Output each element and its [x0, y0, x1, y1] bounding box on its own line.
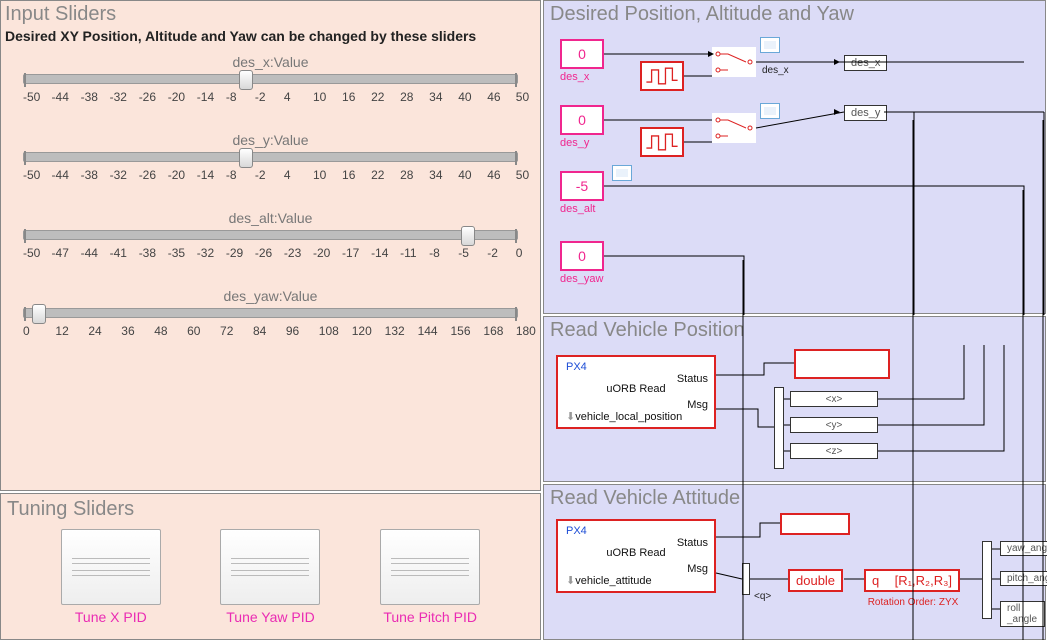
switch-des-x[interactable] — [712, 47, 756, 77]
uorb-topic: vehicle_local_position — [575, 411, 682, 423]
uorb-att-vendor: PX4 — [566, 525, 587, 537]
rotation-in: q — [872, 573, 879, 588]
rotation-order-label: Rotation Order: ZYX — [856, 597, 970, 608]
rvp-title: Read Vehicle Position — [550, 319, 1045, 342]
tune-x-pid-label: Tune X PID — [61, 609, 161, 625]
slider-des-alt: des_alt:Value -50 -47 -44 -41 -38 -35 -3… — [23, 210, 518, 260]
slider-des-yaw: des_yaw:Value 0 12 24 36 48 60 72 84 96 … — [23, 288, 518, 338]
slider-des-x-thumb[interactable] — [239, 70, 253, 90]
down-arrow-icon: ⬇ — [566, 411, 575, 423]
read-vehicle-attitude-panel: Read Vehicle Attitude PX4 uORB Read ⬇veh… — [543, 484, 1046, 640]
down-arrow-icon: ⬇ — [566, 575, 575, 587]
tune-x-pid-block[interactable]: Tune X PID — [61, 529, 161, 625]
bus-selector-pos[interactable] — [774, 387, 784, 469]
bus-signal-q: <q> — [754, 591, 771, 602]
uorb-out-msg: Msg — [687, 399, 708, 411]
const-des-alt[interactable]: -5 — [560, 171, 604, 201]
slider-des-y: des_y:Value -50 -44 -38 -32 -26 -20 -14 … — [23, 132, 518, 182]
cast-double-block[interactable]: double — [788, 569, 843, 592]
switch-des-x-out-label: des_x — [762, 65, 789, 76]
tune-x-pid-icon — [61, 529, 161, 605]
uorb-att-out-msg: Msg — [687, 563, 708, 575]
const-des-x-label: des_x — [560, 71, 589, 83]
rotation-out: [R₁,R₂,R₃] — [895, 573, 952, 588]
bus-signal-y: <y> — [790, 417, 878, 433]
scope-des-x[interactable] — [760, 37, 780, 53]
slider-des-x-ticks: -50 -44 -38 -32 -26 -20 -14 -8 -2 4 10 1… — [23, 90, 518, 104]
const-des-yaw[interactable]: 0 — [560, 241, 604, 271]
outport-roll-angle[interactable]: roll _angle — [1000, 601, 1045, 627]
input-sliders-panel: Input Sliders Desired XY Position, Altit… — [0, 0, 541, 491]
status-display-att[interactable] — [780, 513, 850, 535]
outport-pitch-angle[interactable]: pitch_angle — [1000, 571, 1047, 586]
switch-des-y[interactable] — [712, 113, 756, 143]
scope-des-alt[interactable] — [612, 165, 632, 181]
rva-title: Read Vehicle Attitude — [550, 487, 1045, 510]
slider-des-alt-ticks: -50 -47 -44 -41 -38 -35 -32 -29 -26 -23 … — [23, 246, 518, 260]
uorb-att-topic: vehicle_attitude — [575, 575, 651, 587]
uorb-out-status: Status — [677, 373, 708, 385]
desired-position-title: Desired Position, Altitude and Yaw — [550, 3, 1045, 26]
const-des-y[interactable]: 0 — [560, 105, 604, 135]
signal-gen-x[interactable] — [640, 61, 684, 91]
const-des-yaw-label: des_yaw — [560, 273, 603, 285]
slider-des-yaw-track[interactable] — [23, 308, 518, 318]
tune-yaw-pid-label: Tune Yaw PID — [220, 609, 320, 625]
tune-pitch-pid-icon — [380, 529, 480, 605]
read-vehicle-position-panel: Read Vehicle Position PX4 uORB Read ⬇veh… — [543, 316, 1046, 482]
uorb-read-position-block[interactable]: PX4 uORB Read ⬇vehicle_local_position St… — [556, 355, 716, 429]
tune-pitch-pid-block[interactable]: Tune Pitch PID — [380, 529, 480, 625]
input-sliders-title: Input Sliders — [5, 3, 540, 26]
outport-des-y[interactable]: des_y — [844, 105, 887, 121]
slider-des-x-label: des_x:Value — [23, 54, 518, 70]
status-display-pos[interactable] — [794, 349, 890, 379]
const-des-alt-label: des_alt — [560, 203, 595, 215]
demux-angles[interactable] — [982, 541, 992, 619]
desired-position-panel: Desired Position, Altitude and Yaw 0 des… — [543, 0, 1046, 314]
slider-des-yaw-ticks: 0 12 24 36 48 60 72 84 96 108 120 132 14… — [23, 324, 518, 338]
uorb-vendor: PX4 — [566, 361, 587, 373]
uorb-att-out-status: Status — [677, 537, 708, 549]
outport-des-x[interactable]: des_x — [844, 55, 887, 71]
const-des-y-label: des_y — [560, 137, 589, 149]
slider-des-yaw-thumb[interactable] — [32, 304, 46, 324]
signal-gen-y[interactable] — [640, 127, 684, 157]
tuning-sliders-panel: Tuning Sliders Tune X PID Tune Yaw PID T… — [0, 493, 541, 640]
slider-des-y-thumb[interactable] — [239, 148, 253, 168]
slider-des-y-label: des_y:Value — [23, 132, 518, 148]
slider-des-alt-track[interactable] — [23, 230, 518, 240]
slider-des-yaw-label: des_yaw:Value — [23, 288, 518, 304]
rotation-block[interactable]: q [R₁,R₂,R₃] — [864, 569, 960, 592]
input-sliders-subtitle: Desired XY Position, Altitude and Yaw ca… — [5, 28, 540, 44]
slider-des-x: des_x:Value -50 -44 -38 -32 -26 -20 -14 … — [23, 54, 518, 104]
const-des-x[interactable]: 0 — [560, 39, 604, 69]
slider-des-alt-thumb[interactable] — [461, 226, 475, 246]
outport-yaw-angle[interactable]: yaw_angle — [1000, 541, 1047, 556]
slider-des-x-track[interactable] — [23, 74, 518, 84]
uorb-read-attitude-block[interactable]: PX4 uORB Read ⬇vehicle_attitude Status M… — [556, 519, 716, 593]
slider-des-y-ticks: -50 -44 -38 -32 -26 -20 -14 -8 -2 4 10 1… — [23, 168, 518, 182]
bus-signal-z: <z> — [790, 443, 878, 459]
tune-pitch-pid-label: Tune Pitch PID — [380, 609, 480, 625]
slider-des-y-track[interactable] — [23, 152, 518, 162]
bus-selector-att[interactable] — [742, 563, 750, 595]
tune-yaw-pid-icon — [220, 529, 320, 605]
slider-des-alt-label: des_alt:Value — [23, 210, 518, 226]
tune-yaw-pid-block[interactable]: Tune Yaw PID — [220, 529, 320, 625]
tuning-title: Tuning Sliders — [7, 498, 540, 521]
bus-signal-x: <x> — [790, 391, 878, 407]
scope-des-y[interactable] — [760, 103, 780, 119]
